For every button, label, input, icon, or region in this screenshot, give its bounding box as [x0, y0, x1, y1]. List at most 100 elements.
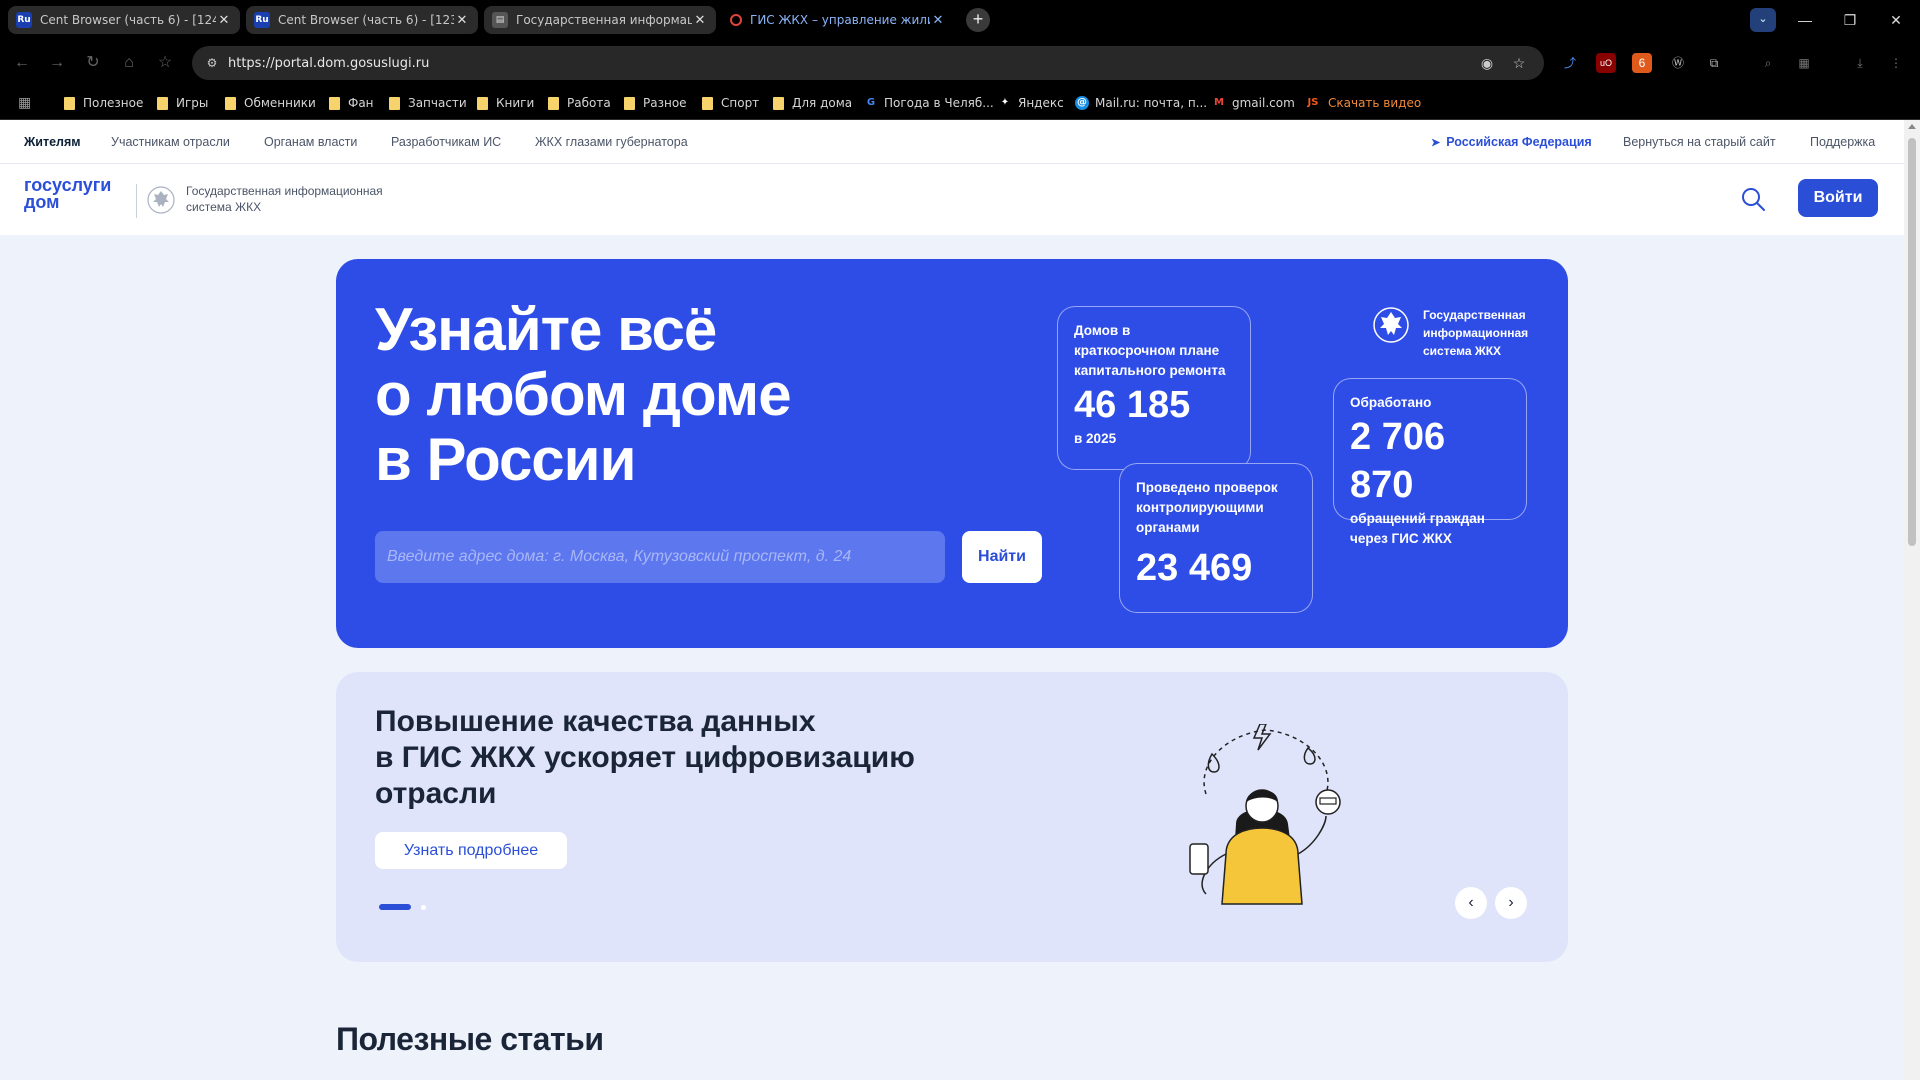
bookmark-folder[interactable]: Для дома [773, 94, 852, 112]
promo-title-line: отрасли [375, 777, 497, 810]
carousel-dot-active[interactable] [379, 904, 411, 910]
yandex-icon: ✦ [1000, 97, 1010, 108]
bookmark-folder[interactable]: Полезное [64, 94, 143, 112]
extension-icon[interactable]: ⤴ [1560, 53, 1580, 73]
extension-badge-icon[interactable]: 6 [1632, 53, 1652, 73]
extension-w-icon[interactable]: Ⓦ [1668, 53, 1688, 73]
nav-authorities[interactable]: Органам власти [264, 135, 357, 149]
support-link[interactable]: Поддержка [1810, 135, 1875, 149]
eagle-emblem-icon [147, 186, 175, 214]
tab-search-button[interactable]: ⌄ [1750, 8, 1776, 32]
stat-label: Обработано [1350, 395, 1432, 410]
carousel-next-button[interactable]: › [1495, 887, 1527, 919]
address-search-input[interactable] [375, 531, 945, 583]
stat-value: 2 706 870 [1350, 416, 1446, 506]
address-bar[interactable]: ⚙ ◉ ☆ [192, 46, 1544, 80]
gis-favicon-icon [730, 14, 742, 26]
restore-icon[interactable]: ❐ [1838, 8, 1862, 32]
download-icon[interactable]: ⤓ [1850, 53, 1870, 73]
search-icon[interactable]: ⌕ [1758, 53, 1778, 73]
bookmark-label: gmail.com [1232, 96, 1295, 110]
top-navigation: Жителям Участникам отрасли Органам власт… [0, 120, 1904, 164]
new-tab-button[interactable]: + [966, 8, 990, 32]
grid-icon[interactable]: ▦ [1794, 53, 1814, 73]
folder-icon [773, 96, 784, 110]
learn-more-button[interactable]: Узнать подробнее [375, 832, 567, 869]
star-icon[interactable]: ☆ [1510, 54, 1528, 72]
page-scrollbar[interactable] [1904, 120, 1920, 1080]
bookmark-folder[interactable]: Работа [548, 94, 611, 112]
ublock-icon[interactable]: uO [1596, 53, 1616, 73]
url-input[interactable] [228, 52, 1428, 74]
stat-label: Проведено проверок [1136, 480, 1278, 495]
browser-tab[interactable]: ▤ Государственная информацио ✕ [484, 6, 716, 34]
scroll-up-icon[interactable] [1908, 124, 1916, 129]
mailru-icon: @ [1075, 96, 1089, 110]
folder-icon [389, 96, 400, 110]
minimize-icon[interactable]: — [1793, 8, 1817, 32]
bookmark-link[interactable]: @ Mail.ru: почта, п... [1075, 94, 1207, 112]
bookmark-folder[interactable]: Обменники [225, 94, 316, 112]
logo-divider [136, 184, 137, 218]
bookmark-label: Разное [643, 96, 687, 110]
close-tab-icon[interactable]: ✕ [216, 13, 232, 28]
bookmark-folder[interactable]: Разное [624, 94, 687, 112]
eye-hidden-icon[interactable]: ◉ [1478, 54, 1496, 72]
bookmark-folder[interactable]: Запчасти [389, 94, 467, 112]
bookmark-label: Яндекс [1018, 96, 1064, 110]
woman-juggling-illustration [1189, 724, 1341, 905]
browser-tab[interactable]: Ru Cent Browser (часть 6) - [124] : ✕ [8, 6, 240, 34]
back-icon[interactable]: ← [10, 51, 34, 75]
home-icon[interactable]: ⌂ [117, 51, 141, 75]
ru-favicon-icon: Ru [254, 12, 270, 28]
stat-card-appeals: Обработано 2 706 870 обращений граждан ч… [1333, 378, 1527, 546]
old-site-link[interactable]: Вернуться на старый сайт [1623, 135, 1776, 149]
folder-icon [702, 96, 713, 110]
close-tab-icon[interactable]: ✕ [930, 13, 946, 28]
menu-icon[interactable]: ⋮ [1886, 53, 1906, 73]
folder-icon [548, 96, 559, 110]
stat-label: Домов в [1074, 323, 1131, 338]
reload-icon[interactable]: ↻ [81, 51, 105, 75]
carousel-dot[interactable] [421, 905, 426, 910]
tab-title: Cent Browser (часть 6) - [123] : [278, 13, 454, 27]
stat-card-inspections: Проведено проверок контролирующими орган… [1119, 463, 1313, 613]
search-icon[interactable] [1740, 186, 1766, 212]
hero-banner: Узнайте всё о любом доме в России Найти … [336, 259, 1568, 648]
close-tab-icon[interactable]: ✕ [454, 13, 470, 28]
scrollbar-thumb[interactable] [1908, 138, 1916, 546]
nav-industry[interactable]: Участникам отрасли [111, 135, 230, 149]
bookmark-link[interactable]: ✦ Яндекс [998, 94, 1064, 112]
find-button[interactable]: Найти [962, 531, 1042, 583]
nav-governor[interactable]: ЖКХ глазами губернатора [535, 135, 688, 149]
carousel-prev-button[interactable]: ‹ [1455, 887, 1487, 919]
folder-icon [329, 96, 340, 110]
apps-grid-icon[interactable]: ▦ [18, 94, 34, 110]
nav-developers[interactable]: Разработчикам ИС [391, 135, 501, 149]
bookmark-link[interactable]: Mgmail.com [1212, 94, 1295, 112]
nav-residents[interactable]: Жителям [24, 135, 81, 149]
useful-articles-heading: Полезные статьи [336, 1021, 604, 1057]
bookmark-link[interactable]: G Погода в Челяб... [864, 94, 994, 112]
site-info-icon[interactable]: ⚙ [204, 55, 220, 71]
bookmark-star-icon[interactable]: ☆ [153, 51, 177, 75]
puzzle-icon[interactable]: ⧉ [1704, 53, 1724, 73]
bookmark-folder[interactable]: Фан [329, 94, 374, 112]
close-window-icon[interactable]: ✕ [1884, 8, 1908, 32]
browser-tab-active[interactable]: ГИС ЖКХ – управление жили ✕ [722, 6, 954, 34]
bookmark-link[interactable]: JS Скачать видео [1304, 94, 1422, 112]
bookmark-folder[interactable]: Книги [477, 94, 534, 112]
bookmark-folder[interactable]: Спорт [702, 94, 759, 112]
gosuslugi-dom-logo[interactable]: госуслуги дом [24, 176, 111, 211]
folder-icon [477, 96, 488, 110]
js-icon: JS [1307, 97, 1319, 108]
browser-tab[interactable]: Ru Cent Browser (часть 6) - [123] : ✕ [246, 6, 478, 34]
folder-icon [157, 96, 168, 110]
login-button[interactable]: Войти [1798, 179, 1878, 217]
bookmark-folder[interactable]: Игры [157, 94, 208, 112]
close-tab-icon[interactable]: ✕ [692, 13, 708, 28]
forward-icon[interactable]: → [45, 51, 69, 75]
region-selector[interactable]: ➤ Российская Федерация [1431, 135, 1592, 149]
gis-name-line: Государственная информационная [186, 184, 383, 198]
bookmarks-bar: ▦ Полезное Игры Обменники Фан Запчасти К… [0, 86, 1920, 120]
